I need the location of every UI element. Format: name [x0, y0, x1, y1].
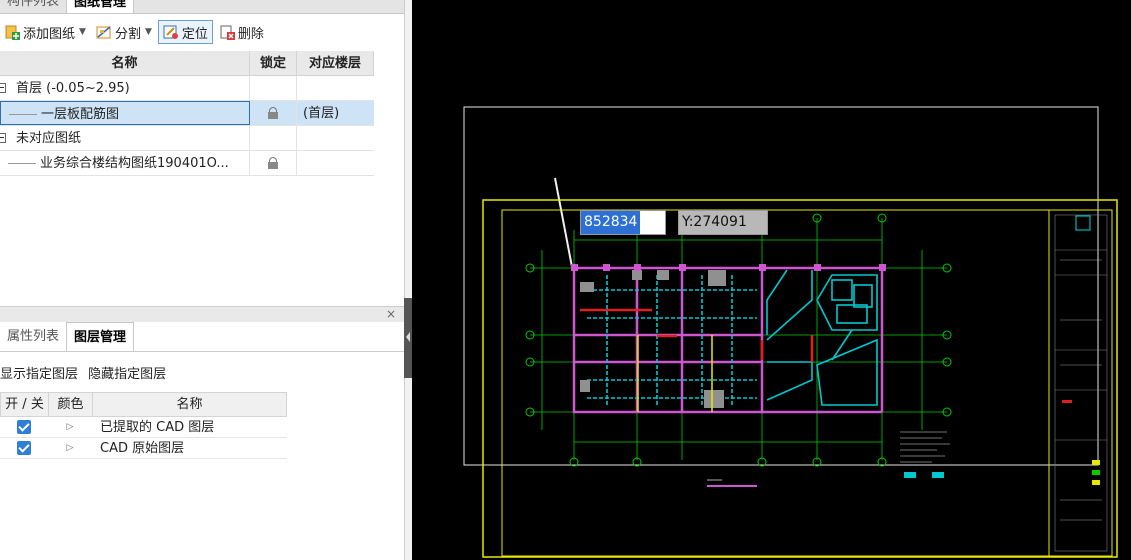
- drawing-frame-outer: [482, 199, 1118, 558]
- column-layer-name: 名称: [176, 397, 203, 412]
- split-button[interactable]: 分割 ▼: [92, 20, 156, 44]
- row-name: 首层 (-0.05~2.95): [16, 81, 130, 96]
- collapse-icon[interactable]: [0, 133, 6, 143]
- lock-icon[interactable]: [268, 157, 278, 169]
- left-panel: 构件列表 图纸管理 添加图纸 ▼ 分割 ▼ 定位 删除 名称 锁定 对应楼层 首…: [0, 0, 404, 560]
- close-icon[interactable]: ×: [386, 307, 396, 321]
- lock-icon[interactable]: [268, 107, 278, 119]
- layer-actions: 显示指定图层 隐藏指定图层: [0, 362, 166, 388]
- split-label: 分割: [114, 26, 141, 42]
- add-drawing-label: 添加图纸: [23, 26, 76, 42]
- delete-label: 删除: [237, 26, 264, 42]
- row-floor: [297, 76, 374, 100]
- layer-visible-checkbox[interactable]: [17, 441, 31, 455]
- expand-arrow-icon[interactable]: ▷: [48, 438, 92, 458]
- slab-rebar: [587, 269, 878, 406]
- layer-visible-checkbox[interactable]: [17, 420, 31, 434]
- table-row[interactable]: 一层板配筋图 (首层): [0, 101, 374, 126]
- layer-row[interactable]: ▷ CAD 原始图层: [0, 438, 287, 459]
- tab-drawing-management[interactable]: 图纸管理: [66, 0, 135, 13]
- row-floor: [297, 151, 374, 175]
- x-coordinate-input[interactable]: 852834: [580, 210, 666, 235]
- cad-drawing: [463, 106, 1118, 558]
- layer-table-header: 开 / 关 颜色 名称: [0, 392, 287, 417]
- row-floor: [297, 126, 374, 150]
- layer-name: CAD 原始图层: [100, 441, 185, 456]
- row-floor: (首层): [303, 106, 340, 121]
- table-row[interactable]: 首层 (-0.05~2.95): [0, 76, 374, 101]
- layer-table: 开 / 关 颜色 名称 ▷ 已提取的 CAD 图层 ▷ CAD 原始图层: [0, 392, 287, 459]
- legend-marks: [707, 472, 944, 487]
- column-lock[interactable]: 锁定: [250, 51, 297, 75]
- layers-tabbar: 属性列表 图层管理: [0, 322, 404, 352]
- tab-layer-management[interactable]: 图层管理: [66, 322, 135, 351]
- column-toggle: 开 / 关: [1, 393, 49, 416]
- drawings-tabbar: 构件列表 图纸管理: [0, 0, 404, 14]
- x-coordinate-value: 852834: [581, 211, 641, 234]
- locate-label: 定位: [181, 26, 208, 42]
- row-name: 未对应图纸: [16, 131, 82, 146]
- tab-component-list[interactable]: 构件列表: [0, 0, 66, 13]
- panel-splitter[interactable]: [404, 0, 412, 560]
- locate-button[interactable]: 定位: [157, 20, 213, 44]
- expand-arrow-icon[interactable]: ▷: [48, 417, 92, 437]
- add-drawing-icon: [4, 24, 20, 40]
- split-icon: [96, 24, 112, 40]
- cad-canvas[interactable]: 852834 Y:274091: [412, 0, 1131, 560]
- table-row[interactable]: 未对应图纸: [0, 126, 374, 151]
- row-name: 业务综合楼结构图纸190401O...: [40, 156, 229, 171]
- accent-lines: [637, 335, 713, 412]
- delete-button[interactable]: 删除: [215, 20, 268, 44]
- title-block: [1054, 214, 1108, 552]
- collapse-panel-handle[interactable]: [404, 298, 412, 378]
- layer-name: 已提取的 CAD 图层: [100, 420, 215, 435]
- drawing-table: 名称 锁定 对应楼层 首层 (-0.05~2.95) 一层板配筋图 (首层) 未…: [0, 51, 374, 176]
- layer-row[interactable]: ▷ 已提取的 CAD 图层: [0, 417, 287, 438]
- locate-icon: [163, 24, 179, 40]
- grid-bubbles: [525, 213, 952, 467]
- collapse-icon[interactable]: [0, 83, 6, 93]
- tab-property-list[interactable]: 属性列表: [0, 322, 66, 351]
- panel-divider[interactable]: ×: [0, 306, 404, 322]
- chevron-down-icon[interactable]: ▼: [145, 27, 152, 37]
- delete-icon: [219, 24, 235, 40]
- grid-lines: [530, 218, 947, 460]
- tree-line: [9, 114, 37, 115]
- column-floor[interactable]: 对应楼层: [297, 51, 374, 75]
- hide-layers-button[interactable]: 隐藏指定图层: [88, 367, 166, 382]
- column-color: 颜色: [49, 393, 93, 416]
- column-name[interactable]: 名称: [0, 51, 250, 75]
- drawing-toolbar: 添加图纸 ▼ 分割 ▼ 定位 删除: [0, 15, 404, 49]
- tree-line: [8, 163, 36, 164]
- y-coordinate-input[interactable]: Y:274091: [678, 210, 768, 235]
- drawing-table-header: 名称 锁定 对应楼层: [0, 51, 374, 76]
- show-layers-button[interactable]: 显示指定图层: [0, 367, 78, 382]
- chevron-down-icon[interactable]: ▼: [79, 27, 86, 37]
- row-name: 一层板配筋图: [41, 107, 120, 122]
- notes-text: [900, 431, 950, 463]
- table-row[interactable]: 业务综合楼结构图纸190401O...: [0, 151, 374, 176]
- cursor-line: [554, 177, 573, 268]
- add-drawing-button[interactable]: 添加图纸 ▼: [0, 20, 90, 44]
